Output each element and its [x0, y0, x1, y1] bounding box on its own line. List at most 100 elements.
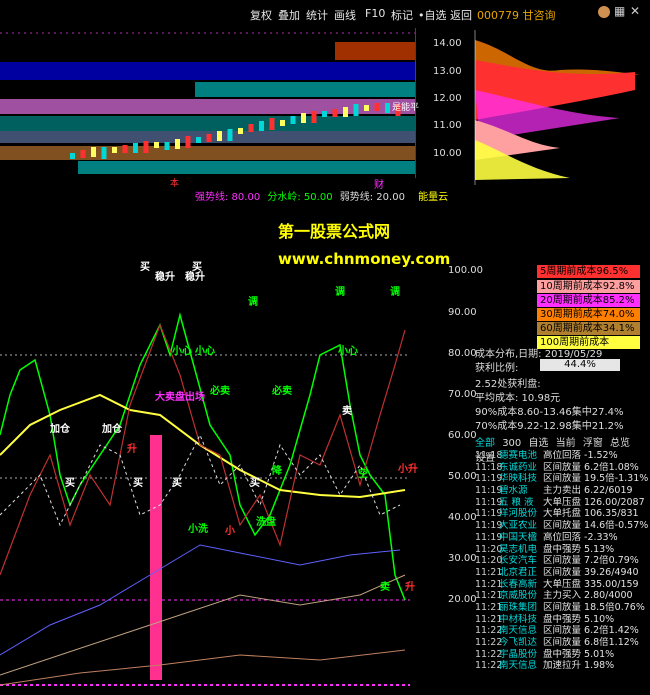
- list-item-name: 德赛电池: [499, 450, 538, 461]
- menu-item-back[interactable]: 返回: [450, 7, 472, 23]
- close-icon[interactable]: ✕: [630, 4, 640, 18]
- list-item[interactable]: 11:21北京君正 区间放量 39.26/4940: [475, 567, 650, 579]
- cost-box: 5周期前成本96.5%: [537, 265, 640, 278]
- list-item-desc: 大单压盘 126.00/2087: [543, 496, 645, 508]
- list-item[interactable]: 11:20长安汽车 区间放量 7.2倍0.79%: [475, 555, 650, 567]
- annotation-small-rise: 小升: [398, 464, 418, 475]
- list-item[interactable]: 11:22今飞凯达 区间放量 6.8倍1.12%: [475, 637, 650, 649]
- candle: [185, 136, 191, 148]
- annotation-big-sell: 大卖盘出场: [155, 392, 205, 403]
- list-item[interactable]: 11:21中材科技 盘中强势 5.10%: [475, 614, 650, 626]
- indicator-tick: 40.00: [448, 512, 477, 523]
- list-item[interactable]: 11:21京威股份 主力买入 2.80/4000: [475, 590, 650, 602]
- list-item[interactable]: 11:22南天信息 加速拉升 1.98%: [475, 660, 650, 672]
- list-item-name: 宇晶股份: [499, 648, 538, 660]
- list-item-desc: 主力卖出 6.22/6019: [543, 485, 633, 497]
- list-item-desc: 区间放量 6.2倍1.42%: [543, 625, 639, 637]
- list-item-name: 南天信息: [499, 625, 538, 637]
- list-item[interactable]: 11:18德赛电池 高位回落 -1.52%: [475, 450, 650, 462]
- candle: [112, 147, 117, 153]
- list-item-time: 11:19: [475, 473, 503, 485]
- menu-item-f10[interactable]: F10: [365, 7, 385, 20]
- list-item-desc: 大单托盘 106.35/831: [543, 508, 639, 520]
- annotation-buy: 买: [172, 478, 182, 489]
- candle: [217, 131, 222, 141]
- tab-current[interactable]: 当前: [556, 434, 576, 449]
- candle: [227, 129, 233, 141]
- candle: [280, 120, 285, 126]
- list-item[interactable]: 11:21长春高新 大单压盘 335.00/159: [475, 579, 650, 591]
- list-item[interactable]: 11:19中国天楹 高位回落 -2.33%: [475, 532, 650, 544]
- list-item[interactable]: 11:21丽珠集团 区间放量 18.5倍0.76%: [475, 602, 650, 614]
- indicator-tick: 20.00: [448, 594, 477, 605]
- annotation-sell: 卖: [342, 406, 352, 417]
- price-tick: 14.00: [433, 38, 462, 49]
- list-item-desc: 区间放量 6.2倍1.08%: [543, 461, 639, 473]
- menu-item-mark[interactable]: 标记: [391, 7, 413, 23]
- candle: [122, 145, 128, 153]
- list-item-time: 11:22: [475, 660, 503, 672]
- menu-item-watchlist[interactable]: •自选: [418, 7, 447, 23]
- price-tick: 12.00: [433, 93, 462, 104]
- list-item[interactable]: 11:19洋河股份 大单托盘 106.35/831: [475, 508, 650, 520]
- cost-70: 70%成本9.22-12.98集中21.2%: [475, 421, 624, 432]
- menu-item-overlay[interactable]: 叠加: [278, 7, 300, 23]
- list-item-name: 北京君正: [499, 566, 538, 578]
- annotation-buy: 买: [250, 478, 260, 489]
- annotation-add: 加仓: [50, 424, 70, 435]
- list-item-time: 11:19: [475, 496, 503, 508]
- tab-all[interactable]: 全部: [475, 434, 495, 449]
- list-item-name: 南天信息: [499, 660, 538, 672]
- list-item-name: 中国天楹: [499, 531, 538, 543]
- cost-distribution: [474, 30, 640, 185]
- annotation-rise: 升: [405, 582, 415, 593]
- menu-item-restore[interactable]: 复权: [250, 7, 272, 23]
- list-item-desc: 大单压盘 335.00/159: [543, 578, 639, 590]
- menu-item-draw[interactable]: 画线: [334, 7, 356, 23]
- avatar-icon[interactable]: [598, 6, 610, 18]
- list-item-desc: 盘中强势 5.01%: [543, 648, 615, 660]
- list-item[interactable]: 11:19大亚农业 区间放量 14.6倍-0.57%: [475, 520, 650, 532]
- annotation-buy: 买: [140, 262, 150, 273]
- list-item[interactable]: 11:22宇晶股份 盘中强势 5.01%: [475, 649, 650, 661]
- list-item-time: 11:19: [475, 520, 503, 532]
- tab-300[interactable]: 300: [502, 438, 521, 449]
- annotation-careful: 小心: [172, 346, 192, 357]
- list-item[interactable]: 11:22南天信息 区间放量 6.2倍1.42%: [475, 625, 650, 637]
- watermark-url: www.chnmoney.com: [278, 250, 451, 268]
- list-item[interactable]: 11:19五 粮 液大单压盘 126.00/2087: [475, 497, 650, 509]
- list-item-time: 11:18: [475, 461, 503, 473]
- list-item-name: 京威股份: [499, 590, 538, 602]
- annotation-drop: 降: [272, 466, 282, 477]
- tab-float[interactable]: 浮窗: [583, 434, 603, 449]
- indicator-tick: 100.00: [448, 265, 483, 276]
- candle: [206, 134, 212, 142]
- list-item-time: 11:21: [475, 578, 503, 590]
- list-item[interactable]: 11:18东诚药业 区间放量 6.2倍1.08%: [475, 462, 650, 474]
- profit-line: 2.52处获利盘:: [475, 379, 541, 390]
- cost-box: 30周期前成本74.0%: [537, 308, 640, 321]
- list-item-desc: 盘中强势 5.13%: [543, 543, 615, 555]
- candle: [133, 143, 138, 153]
- list-item-time: 11:20: [475, 555, 503, 567]
- list-item-name: 大亚农业: [499, 520, 538, 532]
- list-item-time: 11:21: [475, 613, 503, 625]
- indicator-chart[interactable]: [0, 195, 475, 695]
- candle: [175, 139, 180, 149]
- list-item[interactable]: 11:20昊志机电 盘中强势 5.13%: [475, 544, 650, 556]
- tab-overview[interactable]: 总览: [610, 434, 630, 449]
- list-item-name: 碧水源: [499, 485, 528, 497]
- list-item[interactable]: 11:19碧水源 主力卖出 6.22/6019: [475, 485, 650, 497]
- candlestick-chart[interactable]: [0, 28, 415, 178]
- grid-icon[interactable]: ▦: [614, 4, 625, 18]
- indicator-tick: 50.00: [448, 471, 477, 482]
- list-item[interactable]: 11:19华映科技 区间放量 19.5倍-1.31%: [475, 473, 650, 485]
- annotation-careful: 小心: [338, 346, 358, 357]
- menu-item-stats[interactable]: 统计: [306, 7, 328, 23]
- cost-box-label: 60周期前成本34.1%: [540, 323, 635, 334]
- tab-watchlist[interactable]: 自选: [528, 434, 548, 449]
- list-item-desc: 高位回落 -2.33%: [543, 531, 618, 543]
- candle: [332, 109, 338, 117]
- list-item-desc: 加速拉升 1.98%: [543, 660, 615, 672]
- annotation-adjust: 调: [390, 287, 400, 298]
